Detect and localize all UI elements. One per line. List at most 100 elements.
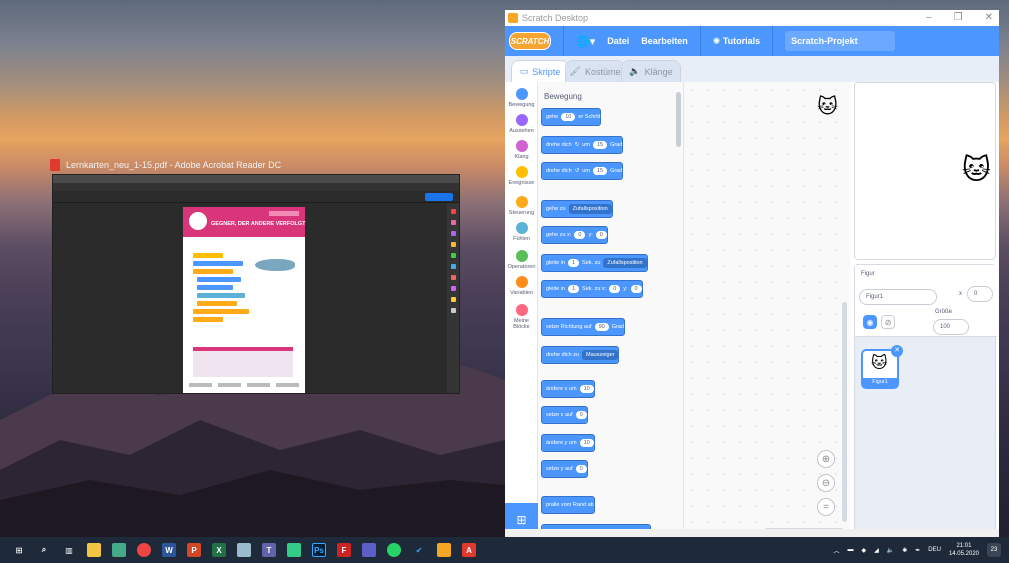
tool-icon[interactable] (450, 264, 456, 269)
block-input[interactable]: 0 (575, 411, 587, 419)
project-title-field[interactable]: Scratch-Projekt (785, 31, 896, 51)
block-input[interactable]: 10 (579, 439, 594, 447)
size-input[interactable]: 100 (933, 319, 969, 335)
pen-icon[interactable]: ✒ (915, 547, 920, 554)
excel-icon[interactable]: X (212, 543, 226, 557)
category-looks[interactable]: Aussehen (505, 114, 538, 134)
minimize-icon[interactable]: – (926, 12, 932, 23)
app-icon[interactable] (362, 543, 376, 557)
block-input[interactable]: 1 (567, 285, 580, 293)
store-icon[interactable] (87, 543, 101, 557)
scratch-logo[interactable]: SCRATCH (509, 32, 551, 50)
category-sound[interactable]: Klang (505, 140, 538, 160)
hide-sprite-icon[interactable]: ⊘ (881, 315, 895, 329)
share-button[interactable] (425, 193, 453, 201)
block-dropdown[interactable]: Zufallsposition (568, 204, 612, 214)
window-controls[interactable]: – ❐ ✕ (926, 12, 993, 23)
code-workspace[interactable]: 🐱 ⊕ ⊖ = (684, 82, 850, 537)
globe-icon[interactable]: 🌐▾ (576, 35, 595, 48)
word-icon[interactable]: W (162, 543, 176, 557)
block-input[interactable]: 0 (595, 231, 607, 239)
stage[interactable]: 🐱 (854, 82, 996, 260)
category-motion[interactable]: Bewegung (505, 88, 538, 108)
language-indicator[interactable]: DEU (928, 547, 941, 553)
block-input[interactable]: 1 (567, 259, 580, 267)
tool-icon[interactable] (450, 275, 456, 280)
tool-icon[interactable] (450, 308, 456, 313)
tool-icon[interactable] (450, 209, 456, 214)
tool-icon[interactable] (450, 297, 456, 302)
category-events[interactable]: Ereignisse (505, 166, 538, 186)
block-input[interactable]: 10 (579, 385, 594, 393)
scratch-window[interactable]: Scratch Desktop – ❐ ✕ SCRATCH 🌐▾ Datei B… (505, 10, 999, 537)
search-icon[interactable]: ⌕ (37, 543, 51, 557)
maximize-icon[interactable]: ❐ (954, 12, 963, 23)
clock[interactable]: 21:01 14.05.2020 (949, 542, 979, 558)
task-view-icon[interactable]: ▥ (62, 543, 76, 557)
category-control[interactable]: Steuerung (505, 196, 538, 216)
network-icon[interactable]: ◢ (874, 547, 879, 554)
menu-edit[interactable]: Bearbeiten (641, 36, 688, 46)
x-input[interactable]: 0 (967, 286, 993, 302)
acrobat-window[interactable]: GEGNER, DER ANDERE VERFOLGT (52, 174, 460, 394)
palette-scrollbar[interactable] (676, 92, 681, 147)
category-my-blocks[interactable]: Meine Blöcke (505, 304, 538, 330)
block-turn-right[interactable]: drehe dich ↻ um 15 Grad (541, 136, 624, 154)
teams-icon[interactable]: T (262, 543, 276, 557)
acrobat-toolbar[interactable] (53, 191, 459, 203)
block-input[interactable]: 15 (592, 141, 608, 149)
checkmark-icon[interactable]: ✔ (412, 543, 426, 557)
dropbox-icon[interactable]: ◆ (862, 547, 867, 554)
block-input[interactable]: 90 (594, 323, 609, 331)
tool-icon[interactable] (450, 231, 456, 236)
block-input[interactable]: 0 (574, 231, 586, 239)
notification-center[interactable]: 23 (987, 543, 1001, 557)
zoom-in-icon[interactable]: ⊕ (817, 450, 835, 468)
acrobat-window-title[interactable]: Lernkarten_neu_1-15.pdf - Adobe Acrobat … (50, 156, 460, 174)
scratch-taskbar-icon[interactable] (437, 543, 451, 557)
block-dropdown[interactable]: Mauszeiger (582, 350, 619, 360)
category-sensing[interactable]: Fühlen (505, 222, 538, 242)
delete-icon[interactable]: ✕ (891, 345, 903, 357)
bluetooth-icon[interactable]: ✱ (902, 547, 907, 554)
category-operators[interactable]: Operatoren (505, 250, 538, 270)
block-input[interactable]: 10 (561, 113, 576, 121)
whatsapp-icon[interactable] (387, 543, 401, 557)
acrobat-taskbar-icon[interactable]: A (462, 543, 476, 557)
filezilla-icon[interactable]: F (337, 543, 351, 557)
block-point-towards[interactable]: drehe dich zu Mauszeiger (541, 346, 620, 364)
block-glide-xy[interactable]: gleite in 1 Sek. zu x: 0 y: 0 (541, 280, 643, 298)
block-change-y[interactable]: ändere y um 10 (541, 434, 595, 452)
block-goto[interactable]: gehe zu Zufallsposition (541, 200, 613, 218)
windows-start-icon[interactable]: ⊞ (12, 543, 26, 557)
acrobat-tabbar[interactable] (53, 183, 459, 191)
tool-icon[interactable] (450, 286, 456, 291)
block-goto-xy[interactable]: gehe zu x: 0 y: 0 (541, 226, 608, 244)
calendar-icon[interactable] (112, 543, 126, 557)
menu-file[interactable]: Datei (607, 36, 629, 46)
zoom-out-icon[interactable]: ⊖ (817, 474, 835, 492)
tool-icon[interactable] (450, 242, 456, 247)
zoom-reset-icon[interactable]: = (817, 498, 835, 516)
paint-icon[interactable] (237, 543, 251, 557)
sprite-name-input[interactable]: Figur1 (859, 289, 937, 305)
show-sprite-icon[interactable]: ◉ (863, 315, 877, 329)
block-input[interactable]: 0 (609, 285, 621, 293)
sprite-thumbnail[interactable]: 🐱 Figur1 ✕ (861, 345, 903, 389)
block-set-y[interactable]: setze y auf 0 (541, 460, 588, 478)
block-input[interactable]: 0 (575, 465, 587, 473)
tab-code[interactable]: ▭ Skripte (511, 60, 569, 82)
tool-icon[interactable] (450, 220, 456, 225)
block-dropdown[interactable]: Zufallsposition (603, 258, 647, 268)
block-bounce[interactable]: pralle vom Rand ab (541, 496, 595, 514)
menu-tutorials[interactable]: ✺ Tutorials (713, 36, 760, 47)
tab-sounds[interactable]: 🔈 Klänge (621, 60, 681, 82)
block-glide[interactable]: gleite in 1 Sek. zu Zufallsposition (541, 254, 648, 272)
tray-icon[interactable]: ▬ (848, 547, 854, 553)
scratch-titlebar[interactable]: Scratch Desktop – ❐ ✕ (505, 10, 999, 26)
block-input[interactable]: 15 (592, 167, 608, 175)
block-change-x[interactable]: ändere x um 10 (541, 380, 595, 398)
chrome-icon[interactable] (137, 543, 151, 557)
block-move[interactable]: gehe 10 er Schritt (541, 108, 602, 126)
powerpoint-icon[interactable]: P (187, 543, 201, 557)
